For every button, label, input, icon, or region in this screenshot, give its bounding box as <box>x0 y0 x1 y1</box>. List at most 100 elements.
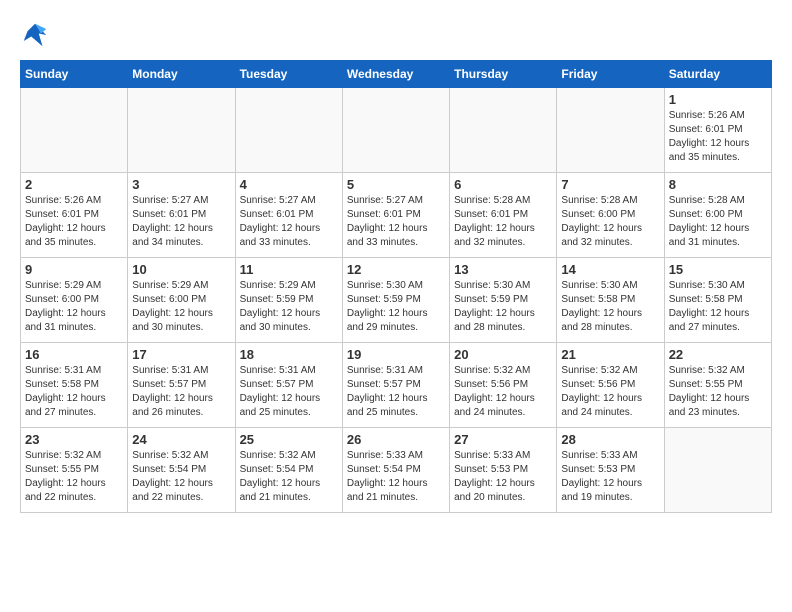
day-info: Sunrise: 5:32 AM Sunset: 5:56 PM Dayligh… <box>454 364 552 420</box>
day-info: Sunrise: 5:30 AM Sunset: 5:59 PM Dayligh… <box>454 279 552 335</box>
day-number: 1 <box>669 92 767 107</box>
day-info: Sunrise: 5:29 AM Sunset: 5:59 PM Dayligh… <box>240 279 338 335</box>
day-info: Sunrise: 5:31 AM Sunset: 5:57 PM Dayligh… <box>132 364 230 420</box>
calendar-cell: 5 Sunrise: 5:27 AM Sunset: 6:01 PM Daylig… <box>342 173 449 258</box>
calendar-cell: 22 Sunrise: 5:32 AM Sunset: 5:55 PM Dayli… <box>664 343 771 428</box>
calendar-week-4: 23 Sunrise: 5:32 AM Sunset: 5:55 PM Dayli… <box>21 428 772 513</box>
calendar-cell: 25 Sunrise: 5:32 AM Sunset: 5:54 PM Dayli… <box>235 428 342 513</box>
day-info: Sunrise: 5:32 AM Sunset: 5:54 PM Dayligh… <box>132 449 230 505</box>
day-info: Sunrise: 5:32 AM Sunset: 5:56 PM Dayligh… <box>561 364 659 420</box>
day-info: Sunrise: 5:30 AM Sunset: 5:59 PM Dayligh… <box>347 279 445 335</box>
day-number: 2 <box>25 177 123 192</box>
day-number: 8 <box>669 177 767 192</box>
calendar-cell: 7 Sunrise: 5:28 AM Sunset: 6:00 PM Daylig… <box>557 173 664 258</box>
day-number: 21 <box>561 347 659 362</box>
calendar-week-1: 2 Sunrise: 5:26 AM Sunset: 6:01 PM Daylig… <box>21 173 772 258</box>
day-number: 23 <box>25 432 123 447</box>
calendar-header-tuesday: Tuesday <box>235 61 342 88</box>
calendar-cell <box>128 88 235 173</box>
calendar-cell: 3 Sunrise: 5:27 AM Sunset: 6:01 PM Daylig… <box>128 173 235 258</box>
calendar-cell: 2 Sunrise: 5:26 AM Sunset: 6:01 PM Daylig… <box>21 173 128 258</box>
page-header <box>20 20 772 50</box>
calendar-cell: 10 Sunrise: 5:29 AM Sunset: 6:00 PM Dayli… <box>128 258 235 343</box>
calendar-cell: 1 Sunrise: 5:26 AM Sunset: 6:01 PM Daylig… <box>664 88 771 173</box>
calendar-cell <box>235 88 342 173</box>
calendar-header-monday: Monday <box>128 61 235 88</box>
day-info: Sunrise: 5:26 AM Sunset: 6:01 PM Dayligh… <box>669 109 767 165</box>
day-info: Sunrise: 5:32 AM Sunset: 5:54 PM Dayligh… <box>240 449 338 505</box>
day-number: 22 <box>669 347 767 362</box>
day-number: 7 <box>561 177 659 192</box>
calendar-cell <box>342 88 449 173</box>
day-info: Sunrise: 5:30 AM Sunset: 5:58 PM Dayligh… <box>561 279 659 335</box>
day-info: Sunrise: 5:31 AM Sunset: 5:57 PM Dayligh… <box>240 364 338 420</box>
day-info: Sunrise: 5:33 AM Sunset: 5:54 PM Dayligh… <box>347 449 445 505</box>
day-info: Sunrise: 5:28 AM Sunset: 6:00 PM Dayligh… <box>561 194 659 250</box>
day-number: 13 <box>454 262 552 277</box>
calendar-header-row: SundayMondayTuesdayWednesdayThursdayFrid… <box>21 61 772 88</box>
calendar-header-friday: Friday <box>557 61 664 88</box>
day-number: 20 <box>454 347 552 362</box>
calendar-cell: 15 Sunrise: 5:30 AM Sunset: 5:58 PM Dayli… <box>664 258 771 343</box>
calendar-cell: 17 Sunrise: 5:31 AM Sunset: 5:57 PM Dayli… <box>128 343 235 428</box>
day-info: Sunrise: 5:27 AM Sunset: 6:01 PM Dayligh… <box>132 194 230 250</box>
calendar-cell: 18 Sunrise: 5:31 AM Sunset: 5:57 PM Dayli… <box>235 343 342 428</box>
calendar-cell <box>557 88 664 173</box>
calendar-header-wednesday: Wednesday <box>342 61 449 88</box>
day-info: Sunrise: 5:33 AM Sunset: 5:53 PM Dayligh… <box>454 449 552 505</box>
calendar-cell <box>664 428 771 513</box>
calendar-cell: 23 Sunrise: 5:32 AM Sunset: 5:55 PM Dayli… <box>21 428 128 513</box>
calendar-cell: 24 Sunrise: 5:32 AM Sunset: 5:54 PM Dayli… <box>128 428 235 513</box>
day-info: Sunrise: 5:30 AM Sunset: 5:58 PM Dayligh… <box>669 279 767 335</box>
day-info: Sunrise: 5:29 AM Sunset: 6:00 PM Dayligh… <box>132 279 230 335</box>
calendar-week-3: 16 Sunrise: 5:31 AM Sunset: 5:58 PM Dayli… <box>21 343 772 428</box>
day-number: 4 <box>240 177 338 192</box>
day-number: 6 <box>454 177 552 192</box>
calendar-cell: 28 Sunrise: 5:33 AM Sunset: 5:53 PM Dayli… <box>557 428 664 513</box>
day-number: 27 <box>454 432 552 447</box>
logo-icon <box>20 20 50 50</box>
calendar-week-2: 9Sunrise: 5:29 AM Sunset: 6:00 PM Daylig… <box>21 258 772 343</box>
day-info: Sunrise: 5:33 AM Sunset: 5:53 PM Dayligh… <box>561 449 659 505</box>
day-number: 11 <box>240 262 338 277</box>
calendar-cell: 27 Sunrise: 5:33 AM Sunset: 5:53 PM Dayli… <box>450 428 557 513</box>
day-info: Sunrise: 5:28 AM Sunset: 6:01 PM Dayligh… <box>454 194 552 250</box>
calendar-cell: 21 Sunrise: 5:32 AM Sunset: 5:56 PM Dayli… <box>557 343 664 428</box>
day-number: 18 <box>240 347 338 362</box>
day-info: Sunrise: 5:27 AM Sunset: 6:01 PM Dayligh… <box>347 194 445 250</box>
calendar-header-sunday: Sunday <box>21 61 128 88</box>
calendar-cell: 6 Sunrise: 5:28 AM Sunset: 6:01 PM Daylig… <box>450 173 557 258</box>
day-number: 26 <box>347 432 445 447</box>
calendar-cell: 12Sunrise: 5:30 AM Sunset: 5:59 PM Dayli… <box>342 258 449 343</box>
calendar-cell <box>450 88 557 173</box>
day-info: Sunrise: 5:26 AM Sunset: 6:01 PM Dayligh… <box>25 194 123 250</box>
calendar-cell <box>21 88 128 173</box>
day-number: 15 <box>669 262 767 277</box>
calendar-cell: 14Sunrise: 5:30 AM Sunset: 5:58 PM Dayli… <box>557 258 664 343</box>
day-info: Sunrise: 5:27 AM Sunset: 6:01 PM Dayligh… <box>240 194 338 250</box>
day-number: 10 <box>132 262 230 277</box>
day-number: 17 <box>132 347 230 362</box>
logo <box>20 20 54 50</box>
calendar-cell: 4 Sunrise: 5:27 AM Sunset: 6:01 PM Daylig… <box>235 173 342 258</box>
day-number: 3 <box>132 177 230 192</box>
calendar-table: SundayMondayTuesdayWednesdayThursdayFrid… <box>20 60 772 513</box>
day-number: 19 <box>347 347 445 362</box>
day-number: 5 <box>347 177 445 192</box>
calendar-cell: 20 Sunrise: 5:32 AM Sunset: 5:56 PM Dayli… <box>450 343 557 428</box>
day-info: Sunrise: 5:31 AM Sunset: 5:57 PM Dayligh… <box>347 364 445 420</box>
day-info: Sunrise: 5:31 AM Sunset: 5:58 PM Dayligh… <box>25 364 123 420</box>
day-info: Sunrise: 5:32 AM Sunset: 5:55 PM Dayligh… <box>669 364 767 420</box>
day-number: 28 <box>561 432 659 447</box>
day-number: 16 <box>25 347 123 362</box>
day-number: 25 <box>240 432 338 447</box>
calendar-week-0: 1 Sunrise: 5:26 AM Sunset: 6:01 PM Daylig… <box>21 88 772 173</box>
calendar-cell: 11 Sunrise: 5:29 AM Sunset: 5:59 PM Dayli… <box>235 258 342 343</box>
day-info: Sunrise: 5:28 AM Sunset: 6:00 PM Dayligh… <box>669 194 767 250</box>
day-info: Sunrise: 5:32 AM Sunset: 5:55 PM Dayligh… <box>25 449 123 505</box>
calendar-header-saturday: Saturday <box>664 61 771 88</box>
calendar-header-thursday: Thursday <box>450 61 557 88</box>
calendar-cell: 8 Sunrise: 5:28 AM Sunset: 6:00 PM Daylig… <box>664 173 771 258</box>
day-number: 24 <box>132 432 230 447</box>
day-info: Sunrise: 5:29 AM Sunset: 6:00 PM Dayligh… <box>25 279 123 335</box>
